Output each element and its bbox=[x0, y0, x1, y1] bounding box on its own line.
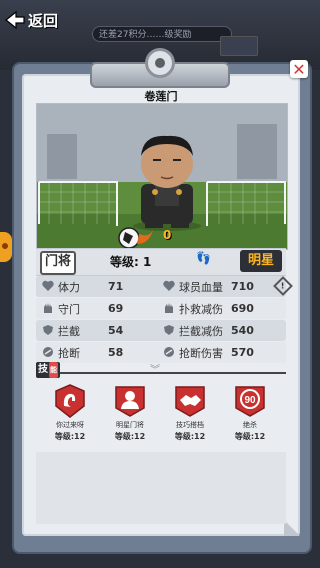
skills-header: 技能 bbox=[36, 362, 60, 378]
beckon-icon bbox=[53, 384, 87, 418]
skill-level: 等级:12 bbox=[114, 432, 146, 441]
page-fold bbox=[284, 520, 300, 536]
glove-icon bbox=[165, 303, 173, 313]
tackle-icon bbox=[43, 347, 53, 357]
player-name: 卷莲门 bbox=[144, 90, 178, 103]
heart-icon bbox=[163, 280, 175, 291]
clock-90-icon: 90 bbox=[233, 384, 267, 418]
points-progress-bar: 还差27积分……级奖励 bbox=[92, 26, 232, 42]
shield-icon bbox=[164, 325, 174, 335]
stat-row: 体力 71 球员血量 710 bbox=[36, 276, 286, 297]
star-keeper-icon bbox=[113, 384, 147, 418]
skill-item[interactable]: 明星门将 等级:12 bbox=[108, 384, 152, 442]
back-button[interactable]: 返回 bbox=[4, 8, 64, 32]
handshake-icon bbox=[173, 384, 207, 418]
player-portrait-scene bbox=[36, 103, 288, 250]
section-divider bbox=[36, 372, 286, 374]
skill-name: 明星门将 bbox=[116, 421, 144, 429]
score-counter: 0 bbox=[163, 228, 172, 242]
skill-name: 你过来呀 bbox=[56, 421, 84, 429]
skill-level: 等级:12 bbox=[234, 432, 266, 441]
clock-90-text: 90 bbox=[244, 395, 256, 406]
player-level: 等级: 1 bbox=[110, 255, 152, 269]
close-icon: ✕ bbox=[292, 59, 306, 79]
glove-icon bbox=[44, 303, 52, 313]
skill-level: 等级:12 bbox=[54, 432, 86, 441]
stats-table: 体力 71 球员血量 710 守门 69 扑救减伤 690 拦截 54 拦截减伤 540 抢… bbox=[36, 276, 286, 364]
stat-tackle-damage: 抢断伤害 570 bbox=[161, 342, 286, 363]
back-label: 返回 bbox=[28, 11, 59, 30]
tackle-icon bbox=[164, 347, 174, 357]
skill-level: 等级:12 bbox=[174, 432, 206, 441]
footprint-icon: 👣 bbox=[196, 251, 211, 265]
stat-intercept: 拦截 54 bbox=[36, 320, 161, 341]
clipboard-clip bbox=[90, 48, 230, 90]
back-arrow-icon bbox=[5, 10, 25, 30]
skill-item[interactable]: 90 绝杀 等级:12 bbox=[228, 384, 272, 442]
side-tab-button[interactable] bbox=[0, 232, 12, 262]
skill-item[interactable]: 技巧搭档 等级:12 bbox=[168, 384, 212, 442]
skill-item[interactable]: 你过来呀 等级:12 bbox=[48, 384, 92, 442]
close-button[interactable]: ✕ bbox=[290, 59, 308, 79]
star-badge: 明星 bbox=[240, 250, 282, 272]
skills-list: 你过来呀 等级:12 明星门将 等级:12 技巧搭档 等级:12 90 绝杀 等… bbox=[40, 384, 280, 442]
stadium-illustration bbox=[37, 104, 287, 249]
heart-icon bbox=[42, 280, 54, 291]
stat-save-reduction: 扑救减伤 690 bbox=[161, 298, 286, 319]
stat-hp: 球员血量 710 bbox=[161, 276, 286, 297]
position-badge: 门将 bbox=[40, 251, 77, 275]
stat-row: 守门 69 扑救减伤 690 bbox=[36, 298, 286, 319]
skill-name: 技巧搭档 bbox=[176, 421, 204, 429]
stat-row: 拦截 54 拦截减伤 540 bbox=[36, 320, 286, 341]
stat-tackle: 抢断 58 bbox=[36, 342, 161, 363]
stat-row: 抢断 58 抢断伤害 570 bbox=[36, 342, 286, 363]
shield-icon bbox=[43, 325, 53, 335]
stat-goalkeeping: 守门 69 bbox=[36, 298, 161, 319]
empty-panel bbox=[36, 452, 286, 524]
skill-name: 绝杀 bbox=[243, 421, 257, 429]
stat-stamina: 体力 71 bbox=[36, 276, 161, 297]
stat-intercept-reduction: 拦截减伤 540 bbox=[161, 320, 286, 341]
